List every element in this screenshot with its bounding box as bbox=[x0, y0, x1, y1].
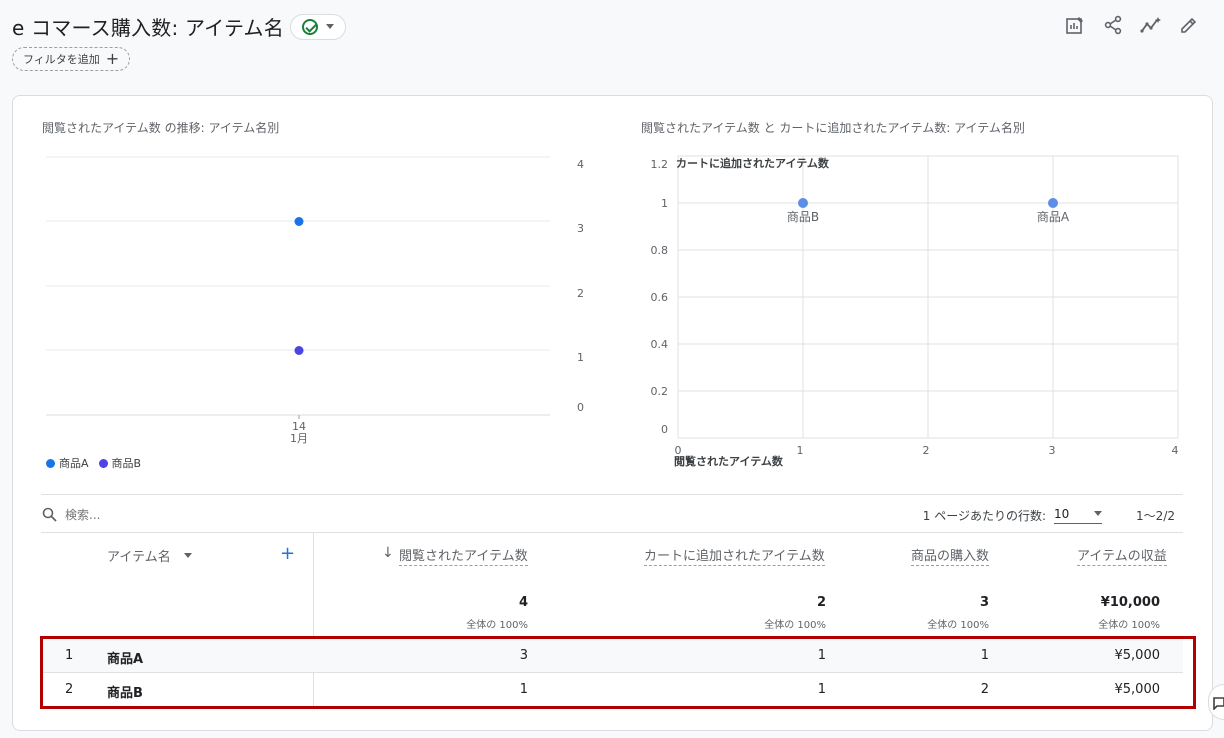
series-b-point[interactable] bbox=[294, 346, 304, 355]
report-title-row: e コマース購入数: アイテム名 bbox=[12, 12, 346, 41]
line-chart-title: 閲覧されたアイテム数 の推移: アイテム名別 bbox=[42, 121, 280, 135]
scatter-point[interactable] bbox=[1048, 198, 1058, 208]
x-tick-label: 4 bbox=[1172, 444, 1179, 457]
customize-report-button[interactable] bbox=[1064, 14, 1086, 36]
total-views: 4 bbox=[518, 595, 528, 610]
legend-item-b[interactable]: 商品B bbox=[98, 455, 142, 471]
y-tick-label: 0.8 bbox=[651, 244, 669, 257]
y-tick-label: 0 bbox=[661, 423, 668, 436]
search-input[interactable] bbox=[65, 508, 265, 522]
add-filter-button[interactable]: フィルタを追加 + bbox=[12, 47, 131, 71]
feedback-icon bbox=[1213, 697, 1224, 710]
y-tick-label: 1 bbox=[661, 197, 668, 210]
y-tick-label: 1.2 bbox=[651, 158, 669, 171]
y-tick-label: 0.6 bbox=[651, 291, 669, 304]
share-icon bbox=[1104, 15, 1122, 35]
scatter-point-label: 商品A bbox=[1037, 209, 1070, 224]
row-index: 1 bbox=[65, 648, 74, 663]
total-revenue: ¥10,000 bbox=[1100, 595, 1160, 610]
column-header-item-name[interactable]: アイテム名 bbox=[107, 546, 171, 565]
row-purchases: 2 bbox=[980, 682, 989, 697]
legend-label: 商品A bbox=[59, 457, 89, 470]
y-tick-label: 3 bbox=[577, 222, 584, 235]
row-add-to-cart: 1 bbox=[817, 648, 826, 663]
report-status-chip[interactable] bbox=[289, 13, 346, 40]
table-row[interactable]: 2 商品B 1 1 2 ¥5,000 bbox=[41, 672, 1183, 706]
column-header-purchases[interactable]: 商品の購入数 bbox=[911, 545, 990, 566]
x-tick-label: 2 bbox=[923, 444, 930, 457]
rows-per-page-label: 1 ページあたりの行数: bbox=[922, 508, 1047, 523]
total-revenue-pct: 全体の 100% bbox=[1098, 620, 1160, 631]
chevron-down-icon bbox=[325, 24, 334, 29]
insights-icon bbox=[1140, 17, 1161, 33]
total-purchases: 3 bbox=[979, 595, 989, 610]
row-revenue: ¥5,000 bbox=[1114, 682, 1161, 697]
total-purchases-pct: 全体の 100% bbox=[927, 620, 989, 631]
section-divider bbox=[41, 494, 1183, 495]
legend-label: 商品B bbox=[111, 457, 142, 470]
legend-dot-icon bbox=[46, 458, 55, 468]
chevron-down-icon bbox=[1094, 511, 1103, 516]
y-tick-label: 0 bbox=[577, 401, 584, 414]
total-add-to-cart-pct: 全体の 100% bbox=[764, 620, 826, 631]
share-button[interactable] bbox=[1102, 14, 1124, 36]
series-a-point[interactable] bbox=[294, 217, 304, 226]
row-index: 2 bbox=[65, 682, 74, 697]
sort-descending-icon[interactable]: ↓ bbox=[382, 545, 394, 561]
scatter-chart-title: 閲覧されたアイテム数 と カートに追加されたアイテム数: アイテム名別 bbox=[641, 121, 1025, 135]
add-dimension-plus-icon[interactable]: + bbox=[280, 543, 295, 564]
page-range: 1〜2/2 bbox=[1136, 508, 1175, 523]
total-add-to-cart: 2 bbox=[816, 595, 826, 610]
row-views: 1 bbox=[519, 682, 528, 697]
column-header-views[interactable]: 閲覧されたアイテム数 bbox=[399, 545, 528, 566]
total-views-pct: 全体の 100% bbox=[466, 620, 528, 631]
row-item-name: 商品A bbox=[107, 652, 144, 667]
report-toolbar bbox=[1064, 14, 1200, 36]
insights-button[interactable] bbox=[1140, 14, 1162, 36]
row-add-to-cart: 1 bbox=[817, 682, 826, 697]
rows-per-page-select[interactable]: 10 bbox=[1054, 506, 1103, 524]
edit-button[interactable] bbox=[1178, 14, 1200, 36]
column-header-add-to-cart[interactable]: カートに追加されたアイテム数 bbox=[644, 545, 825, 566]
y-tick-label: 0.2 bbox=[651, 385, 669, 398]
x-tick-label: 1 bbox=[797, 444, 804, 457]
scatter-point-label: 商品B bbox=[787, 209, 819, 224]
row-item-name: 商品B bbox=[107, 686, 143, 701]
y-axis-label: カートに追加されたアイテム数 bbox=[676, 156, 830, 170]
table-row[interactable]: 1 商品A 3 1 1 ¥5,000 bbox=[41, 638, 1183, 672]
y-tick-label: 0.4 bbox=[651, 338, 669, 351]
line-chart-legend: 商品A 商品B bbox=[46, 455, 141, 471]
legend-dot-icon bbox=[98, 458, 108, 468]
row-views: 3 bbox=[519, 648, 528, 663]
scatter-chart: 1.2 1 0.8 0.6 0.4 0.2 0 0 1 2 3 4 カートに追加… bbox=[651, 155, 1179, 468]
y-tick-label: 4 bbox=[577, 158, 584, 171]
page-title: e コマース購入数: アイテム名 bbox=[12, 16, 284, 40]
rows-per-page-value: 10 bbox=[1054, 506, 1070, 521]
x-tick-label: 1月 bbox=[290, 432, 308, 445]
chevron-down-icon[interactable] bbox=[184, 553, 192, 558]
x-axis-label: 閲覧されたアイテム数 bbox=[674, 454, 784, 468]
search-icon bbox=[42, 507, 57, 522]
table-toolbar: 1 ページあたりの行数: 10 1〜2/2 bbox=[41, 500, 1183, 530]
y-tick-label: 2 bbox=[577, 287, 584, 300]
row-revenue: ¥5,000 bbox=[1114, 648, 1161, 663]
line-chart: 4 3 2 1 0 14 1月 bbox=[46, 156, 584, 445]
y-tick-label: 1 bbox=[577, 351, 584, 364]
row-purchases: 1 bbox=[980, 648, 989, 663]
column-header-revenue[interactable]: アイテムの収益 bbox=[1077, 545, 1167, 566]
legend-item-a[interactable]: 商品A bbox=[46, 455, 89, 471]
x-tick-label: 3 bbox=[1049, 444, 1056, 457]
plus-icon: + bbox=[105, 49, 120, 68]
check-circle-icon bbox=[301, 18, 318, 35]
edit-icon bbox=[1181, 17, 1197, 33]
add-filter-label: フィルタを追加 bbox=[23, 53, 100, 66]
scatter-point[interactable] bbox=[798, 198, 808, 208]
customize-report-icon bbox=[1066, 17, 1083, 34]
table-top-divider bbox=[41, 532, 1183, 533]
